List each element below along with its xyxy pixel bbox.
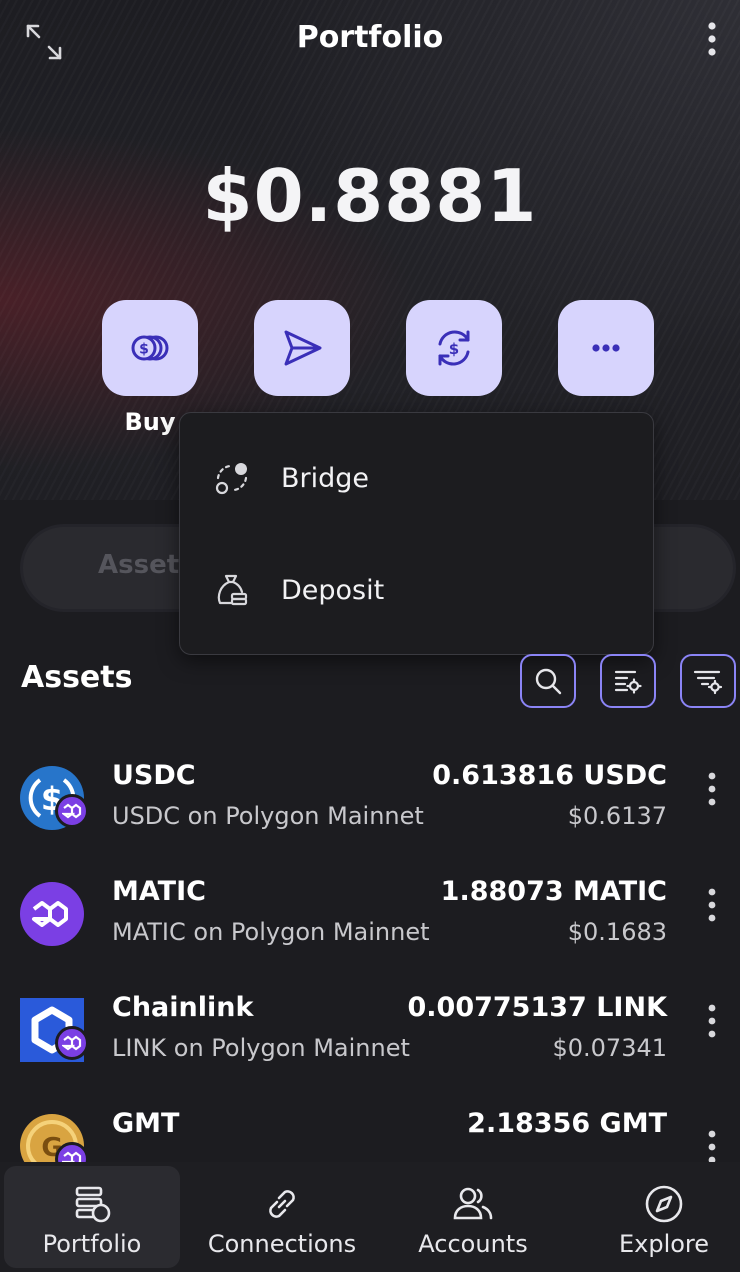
menu-item-deposit[interactable]: Deposit xyxy=(180,540,652,640)
more-actions-button[interactable] xyxy=(558,300,654,396)
asset-usd-value: $0.07341 xyxy=(552,1034,667,1062)
asset-amount: 1.88073 MATIC xyxy=(440,876,667,907)
assets-heading: Assets xyxy=(21,660,133,695)
polygon-badge-icon xyxy=(55,1026,89,1060)
asset-network: USDC on Polygon Mainnet xyxy=(112,802,424,830)
asset-name: GMT xyxy=(112,1108,180,1139)
asset-row-matic[interactable]: MATIC MATIC on Polygon Mainnet 1.88073 M… xyxy=(0,876,740,998)
filter-settings-icon xyxy=(693,670,723,695)
more-actions-dropdown: Bridge Deposit xyxy=(179,412,654,655)
nav-label: Portfolio xyxy=(42,1230,142,1258)
asset-usd-value: $0.1683 xyxy=(567,918,667,946)
menu-item-bridge[interactable]: Bridge xyxy=(180,428,652,528)
swap-button[interactable]: $ xyxy=(406,300,502,396)
portfolio-balance: $0.8881 xyxy=(202,154,538,238)
asset-amount: 0.00775137 LINK xyxy=(407,992,667,1023)
svg-text:$: $ xyxy=(449,340,459,358)
search-button[interactable] xyxy=(520,654,576,708)
kebab-menu-icon[interactable] xyxy=(696,20,728,60)
nav-label: Connections xyxy=(207,1230,357,1258)
coins-icon: $ xyxy=(131,335,169,361)
bottom-nav: Portfolio Connections Accounts Explore xyxy=(0,1162,740,1272)
asset-name: Chainlink xyxy=(112,992,254,1023)
portfolio-icon xyxy=(75,1186,111,1223)
asset-menu-icon[interactable] xyxy=(700,886,724,926)
bridge-icon xyxy=(215,463,248,495)
menu-item-label: Deposit xyxy=(281,574,385,606)
nav-label: Accounts xyxy=(418,1230,528,1258)
polygon-badge-icon xyxy=(55,794,89,828)
asset-name: MATIC xyxy=(112,876,206,907)
asset-row-chainlink[interactable]: Chainlink LINK on Polygon Mainnet 0.0077… xyxy=(0,992,740,1114)
more-icon xyxy=(592,344,620,352)
link-icon xyxy=(269,1190,295,1218)
compass-icon xyxy=(645,1185,683,1223)
nav-item-explore[interactable]: Explore xyxy=(576,1166,740,1268)
buy-button[interactable]: $ xyxy=(102,300,198,396)
send-button[interactable] xyxy=(254,300,350,396)
asset-network: LINK on Polygon Mainnet xyxy=(112,1034,410,1062)
search-icon xyxy=(535,668,562,695)
asset-usd-value: $0.6137 xyxy=(567,802,667,830)
swap-icon: $ xyxy=(438,330,470,366)
asset-amount: 0.613816 USDC xyxy=(432,760,667,791)
asset-menu-icon[interactable] xyxy=(700,770,724,810)
page-title: Portfolio xyxy=(296,20,444,55)
asset-row-usdc[interactable]: $ USDC USDC on Polygon Mainnet 0.613816 … xyxy=(0,760,740,882)
svg-text:$: $ xyxy=(139,342,149,358)
list-settings-icon xyxy=(614,670,642,694)
nav-item-accounts[interactable]: Accounts xyxy=(385,1166,561,1268)
filter-settings-button[interactable] xyxy=(680,654,736,708)
nav-item-connections[interactable]: Connections xyxy=(194,1166,370,1268)
list-settings-button[interactable] xyxy=(600,654,656,708)
asset-name: USDC xyxy=(112,760,196,791)
deposit-bag-icon xyxy=(217,574,248,606)
send-icon xyxy=(284,330,322,366)
menu-item-label: Bridge xyxy=(281,462,370,494)
asset-amount: 2.18356 GMT xyxy=(467,1108,667,1139)
asset-menu-icon[interactable] xyxy=(700,1002,724,1042)
matic-logo xyxy=(20,882,84,946)
nav-item-portfolio[interactable]: Portfolio xyxy=(4,1166,180,1268)
nav-label: Explore xyxy=(618,1230,710,1258)
asset-network: MATIC on Polygon Mainnet xyxy=(112,918,430,946)
users-icon xyxy=(453,1187,493,1220)
